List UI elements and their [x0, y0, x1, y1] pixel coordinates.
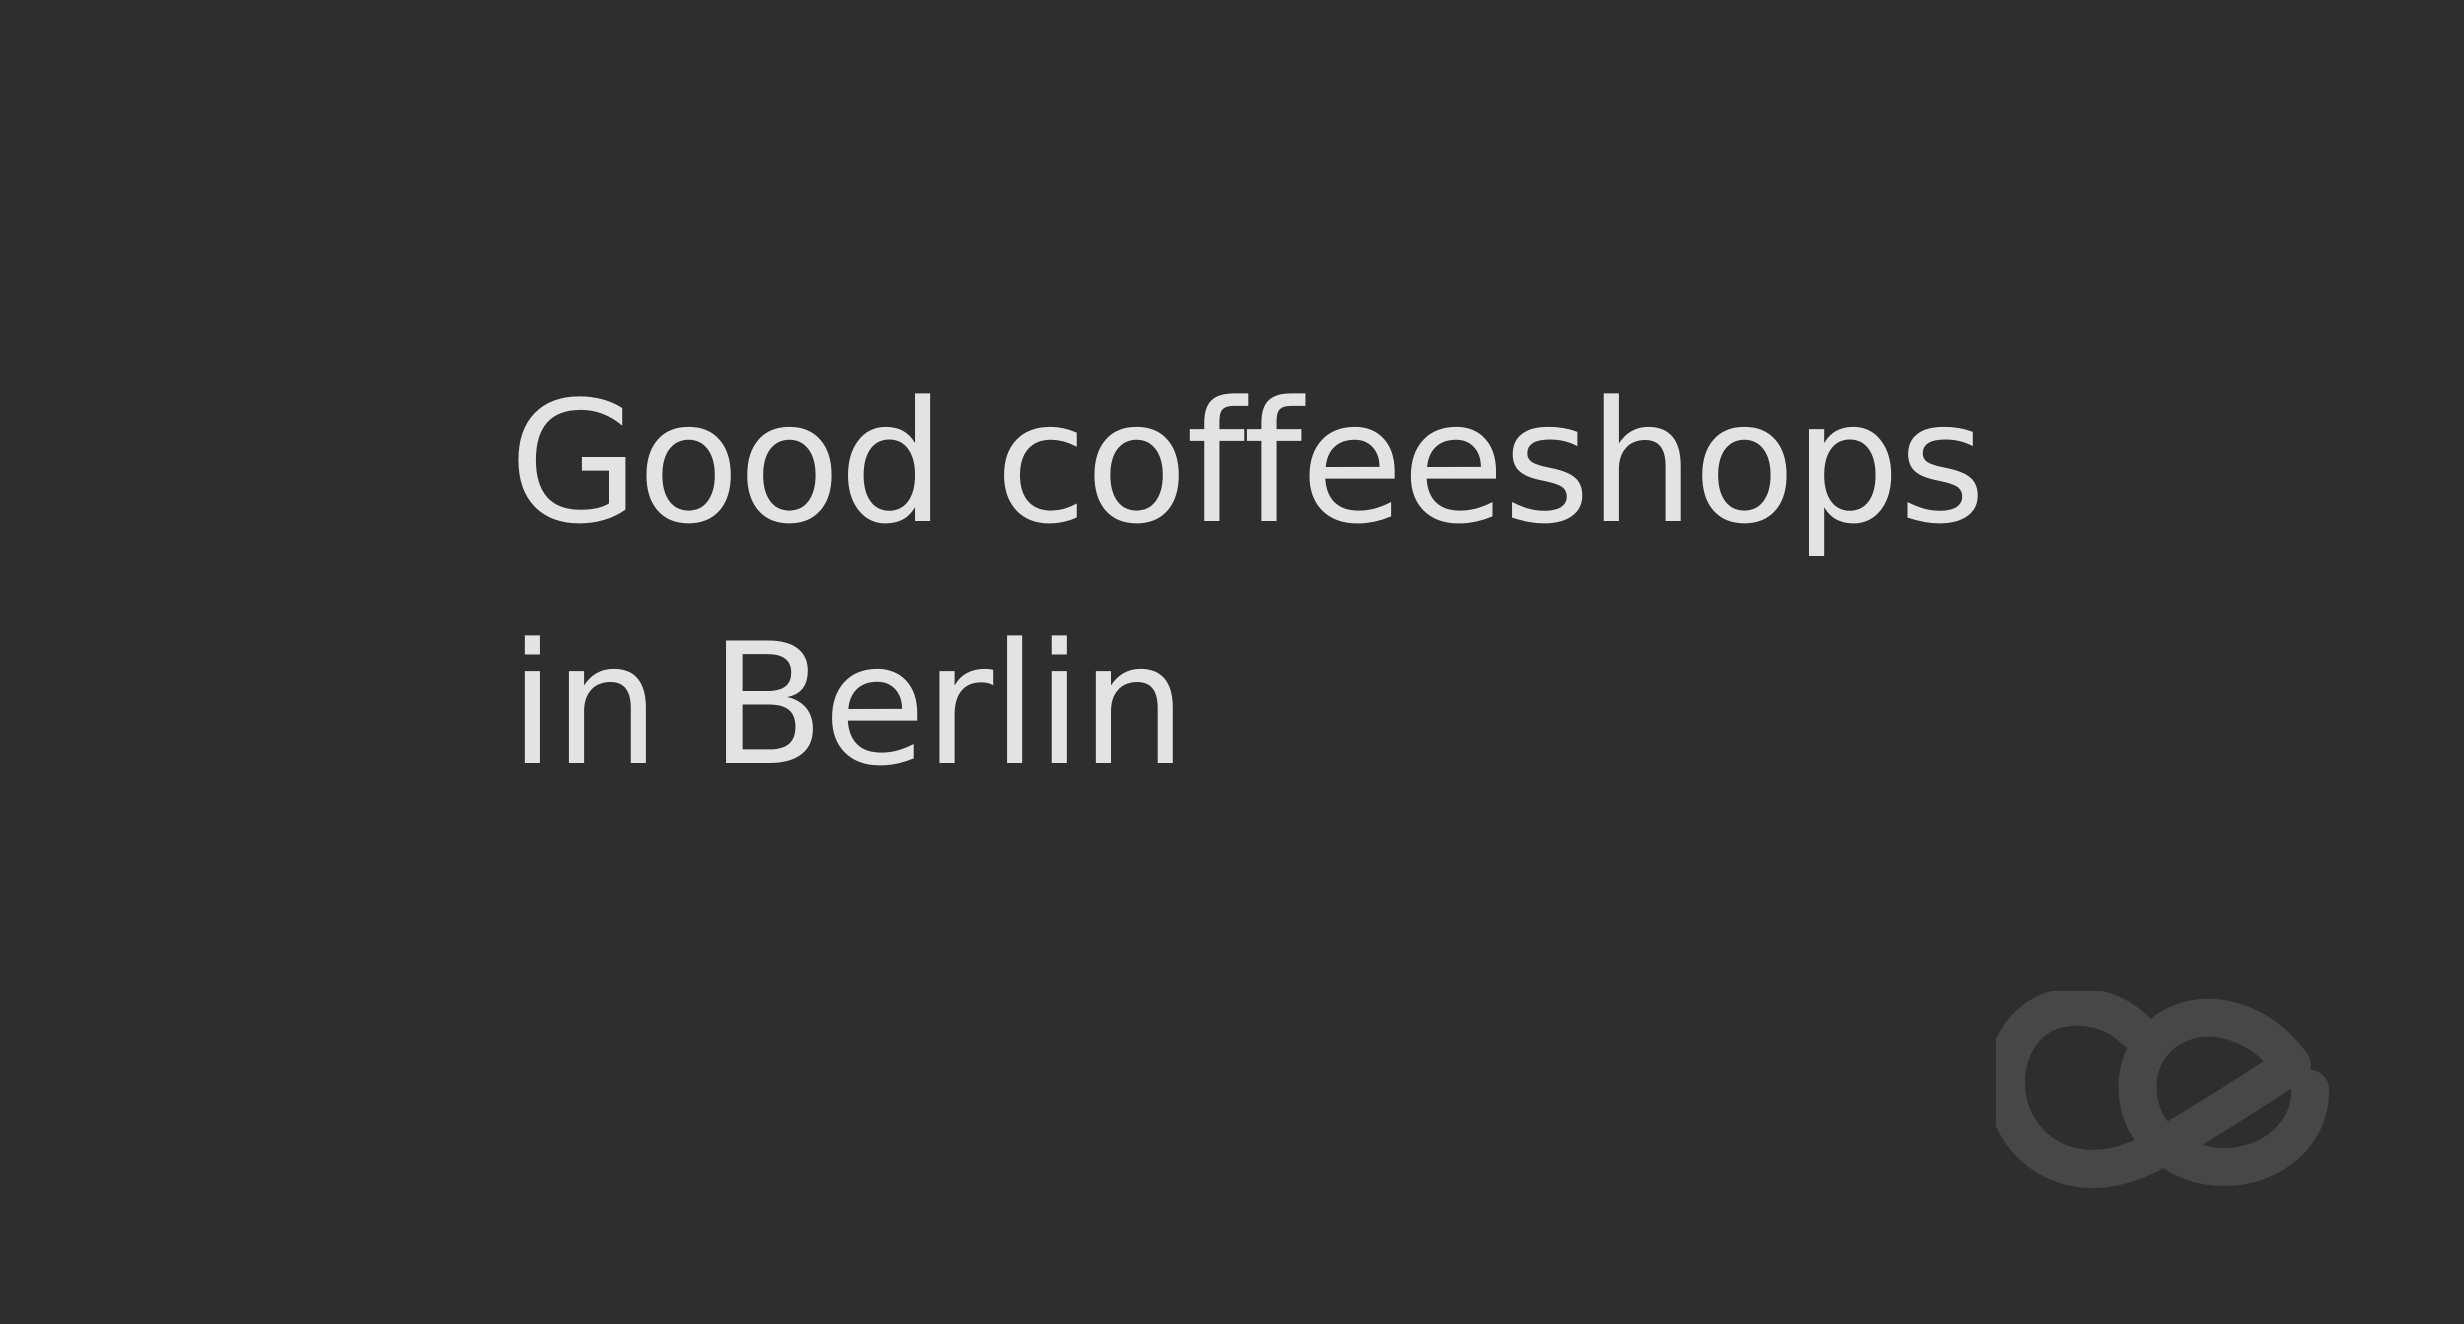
headline: Good coffeeshops in Berlin	[509, 342, 1986, 826]
headline-line-1: Good coffeeshops	[509, 365, 1986, 561]
headline-line-2: in Berlin	[509, 607, 1187, 803]
ce-logo-icon	[1996, 991, 2334, 1193]
title-card: Good coffeeshops in Berlin	[0, 0, 2464, 1324]
